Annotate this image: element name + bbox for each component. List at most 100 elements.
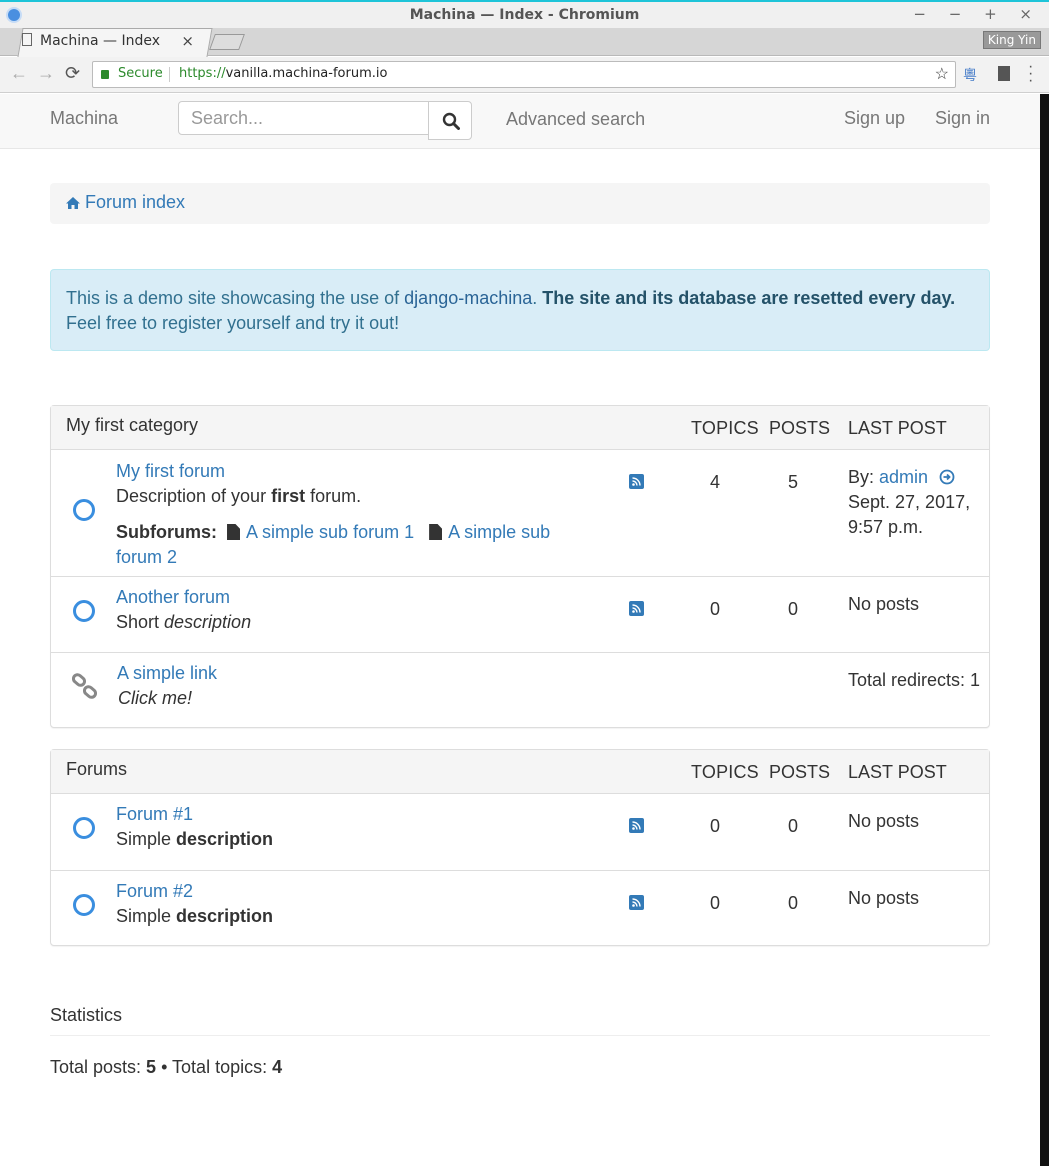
col-last-post: LAST POST [848,762,947,782]
topics-count: 0 [709,816,720,836]
alert-dot: . [532,288,543,308]
desc-text: Description of your [116,486,272,506]
breadcrumb-forum-index[interactable]: Forum index [85,192,185,212]
total-posts-label: Total posts: [50,1057,147,1077]
url-scheme: https:// [179,66,226,81]
desc-text-end: forum. [305,486,362,506]
window-title: Machina — Index - Chromium [409,7,640,23]
posts-count: 5 [787,472,798,492]
statistics-title: Statistics [50,1005,123,1025]
topics-count: 0 [709,893,720,913]
forum-description: Simple description [116,906,273,927]
subforums-label: Subforums: [116,522,217,542]
last-post-by: By: [848,467,880,487]
extension-icon[interactable]: 粵 [963,65,977,85]
alert-line2: Feel free to register yourself and try i… [66,313,400,333]
tab-close-icon[interactable]: × [181,32,194,50]
forum-description: Short description [116,612,251,633]
profile-button[interactable]: King Yin [982,31,1041,49]
search-icon [442,112,460,130]
back-icon[interactable]: ← [10,63,28,84]
redirects-count: Total redirects: 1 [848,670,981,690]
new-tab-button[interactable] [209,34,245,50]
forum-description: Simple description [116,829,273,850]
tab-content[interactable]: Machina — Index × [22,32,202,53]
url-text[interactable]: https://vanilla.machina-forum.io [179,66,387,81]
last-post: No posts [848,594,920,614]
rss-icon[interactable] [629,895,644,910]
home-icon [66,197,80,209]
desc-text: Simple [116,829,177,849]
page: Machina Advanced search Sign up Sign in … [0,94,1040,1166]
col-topics: TOPICS [691,418,759,438]
forum-row: Forum #2 Simple description 0 0 No posts [51,870,989,946]
category-header: My first category TOPICS POSTS LAST POST [51,406,989,450]
desc-text: Simple [116,906,177,926]
subforums: Subforums: A simple sub forum 1 A simple… [116,520,576,570]
topics-count: 4 [709,472,720,492]
col-posts: POSTS [769,418,831,438]
extension2-icon[interactable] [998,66,1010,81]
lock-icon [101,70,109,79]
forum-link[interactable]: My first forum [116,461,225,482]
topics-count: 0 [709,599,720,619]
window-controls[interactable]: − − + × [913,5,1041,23]
last-post: No posts [848,888,920,908]
page-scrollbar[interactable] [1040,94,1049,1166]
go-to-post-icon[interactable] [939,469,955,485]
link-icon [71,673,98,699]
category-panel-2: Forums TOPICS POSTS LAST POST Forum #1 S… [50,749,990,946]
last-post-author[interactable]: admin [879,467,928,487]
alert-bold: The site and its database are resetted e… [542,288,956,308]
forum-unread-icon [73,817,95,839]
search-input[interactable] [178,101,429,135]
forum-row: Another forum Short description 0 0 No p… [51,576,989,652]
forum-link[interactable]: Another forum [116,587,230,608]
secure-label: Secure [118,66,163,81]
url-host: vanilla.machina-forum.io [225,66,388,81]
menu-icon[interactable]: · · · [1028,59,1033,89]
bookmark-star-icon[interactable]: ☆ [935,64,949,84]
rss-icon[interactable] [629,818,644,833]
alert-text: This is a demo site showcasing the use o… [66,288,405,308]
statistics-text: Total posts: 5 • Total topics: 4 [50,1057,282,1078]
file-icon [227,524,241,540]
rss-icon[interactable] [629,474,644,489]
forward-icon[interactable]: → [37,63,55,84]
link-forum[interactable]: A simple link [117,663,217,684]
address-bar[interactable]: Secure https://vanilla.machina-forum.io … [92,61,956,88]
tab-strip: Machina — Index × King Yin [0,28,1049,57]
desc-bold: first [271,486,306,506]
django-machina-link[interactable]: django-machina [404,288,532,308]
sign-up-link[interactable]: Sign up [844,108,905,129]
advanced-search-link[interactable]: Advanced search [506,109,645,130]
document-icon [22,33,32,46]
link-row: A simple link Click me! Total redirects:… [51,652,989,728]
tab-title: Machina — Index [40,33,161,49]
category-title[interactable]: My first category [66,415,198,436]
posts-count: 0 [787,816,798,836]
reload-icon[interactable]: ⟳ [65,63,80,84]
desc-bold: description [176,906,274,926]
forum-link[interactable]: Forum #1 [116,804,193,825]
stats-separator: • [156,1057,173,1077]
col-posts: POSTS [769,762,831,782]
sign-in-link[interactable]: Sign in [935,108,990,129]
category-title[interactable]: Forums [66,759,127,780]
rss-icon[interactable] [629,601,644,616]
top-navbar: Machina Advanced search Sign up Sign in [0,94,1040,149]
forum-unread-icon [73,600,95,622]
last-post-date: Sept. 27, 2017, 9:57 p.m. [848,492,971,537]
posts-count: 0 [787,893,798,913]
forum-link[interactable]: Forum #2 [116,881,193,902]
col-topics: TOPICS [691,762,759,782]
subforum-link[interactable]: A simple sub forum 1 [246,522,414,542]
desc-bold: description [176,829,274,849]
file-icon [429,524,443,540]
search-button[interactable] [428,101,472,140]
last-post: No posts [848,811,920,831]
brand-link[interactable]: Machina [50,108,118,129]
window-titlebar: Machina — Index - Chromium − − + × [0,0,1049,28]
total-posts-value: 5 [146,1057,157,1077]
forum-unread-icon [73,894,95,916]
